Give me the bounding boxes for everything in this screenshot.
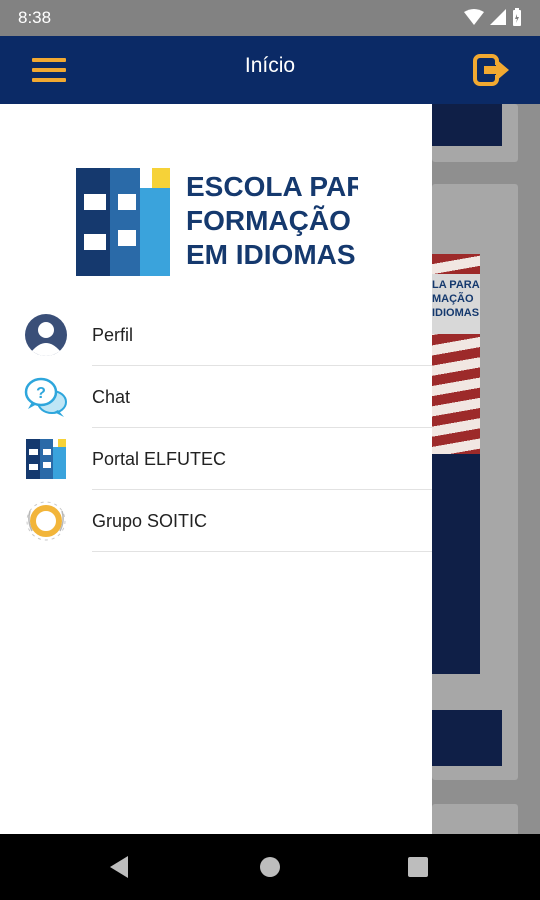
drawer-item-chat[interactable]: ? Chat	[0, 366, 432, 428]
background-banner: LA PARA MAÇÃO IDIOMAS	[432, 254, 480, 674]
status-bar: 8:38	[0, 0, 540, 36]
battery-icon	[513, 8, 521, 26]
logo-line-1: ESCOLA PARA	[186, 171, 358, 202]
logo-text: ESCOLA PARA FORMAÇÃO EM IDIOMAS	[186, 170, 358, 280]
drawer-item-label: Chat	[92, 387, 131, 407]
soitic-icon	[26, 501, 66, 541]
drawer-item-grupo-soitic[interactable]: Grupo SOITIC	[0, 490, 432, 552]
status-time: 8:38	[18, 8, 52, 27]
background-button	[432, 710, 502, 766]
logo-line-2: FORMAÇÃO	[186, 205, 351, 236]
drawer-item-portal-elfutec[interactable]: Portal ELFUTEC	[0, 428, 432, 490]
app-bar: Início	[0, 36, 540, 104]
banner-line-1: LA PARA	[432, 279, 480, 291]
drawer-item-label: Grupo SOITIC	[92, 511, 208, 531]
page-title: Início	[244, 54, 296, 77]
chat-icon: ?	[24, 377, 67, 417]
logout-icon[interactable]	[472, 52, 512, 88]
background-card	[432, 804, 518, 834]
system-navigation-bar	[0, 834, 540, 900]
drawer-item-label: Portal ELFUTEC	[92, 449, 227, 469]
navigation-drawer: ESCOLA PARA FORMAÇÃO EM IDIOMAS Perfil ?…	[0, 104, 432, 834]
profile-icon	[25, 314, 67, 356]
background-banner-top	[432, 104, 502, 146]
divider	[92, 551, 432, 552]
efi-logo	[76, 168, 170, 276]
drawer-item-label: Perfil	[92, 325, 134, 345]
status-icons	[464, 8, 522, 26]
efi-logo-icon	[26, 439, 66, 479]
home-icon[interactable]	[259, 856, 281, 878]
banner-line-3: IDIOMAS	[432, 307, 480, 319]
banner-line-2: MAÇÃO	[432, 293, 474, 305]
wifi-icon	[464, 9, 484, 25]
logo-line-3: EM IDIOMAS	[186, 239, 356, 270]
svg-text:?: ?	[36, 385, 46, 402]
recents-icon[interactable]	[407, 856, 429, 878]
back-icon[interactable]	[108, 854, 130, 880]
signal-icon	[490, 9, 506, 25]
drawer-item-perfil[interactable]: Perfil	[0, 304, 432, 366]
background-content: LA PARA MAÇÃO IDIOMAS	[432, 104, 540, 834]
